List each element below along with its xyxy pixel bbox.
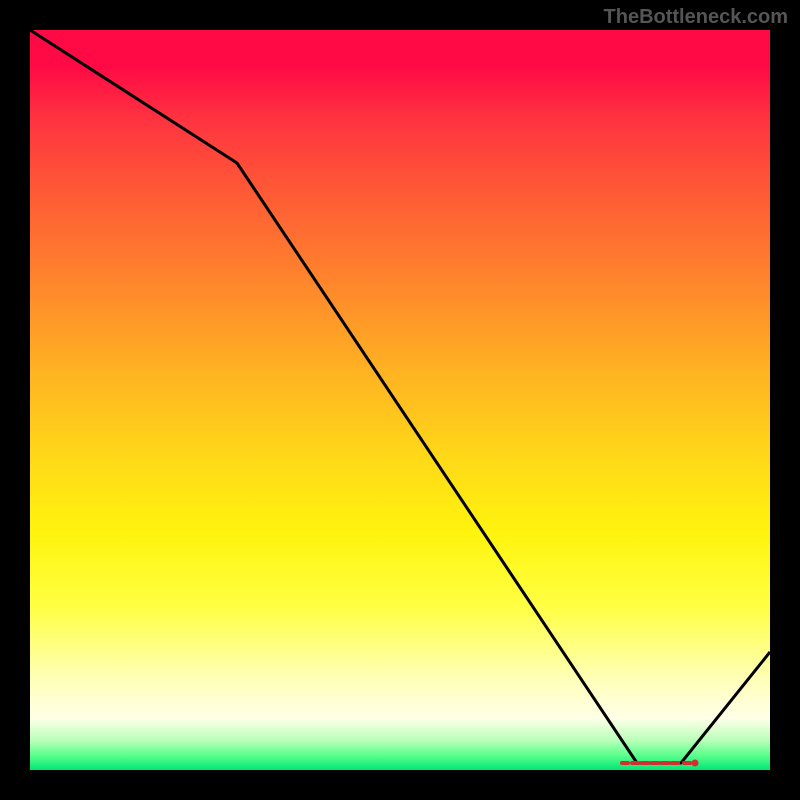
optimal-marker-dot: [692, 760, 699, 767]
plot-area: [30, 30, 770, 770]
bottleneck-curve: [30, 30, 770, 763]
chart-overlay: [30, 30, 770, 770]
chart-container: TheBottleneck.com: [0, 0, 800, 800]
watermark-text: TheBottleneck.com: [604, 6, 788, 29]
